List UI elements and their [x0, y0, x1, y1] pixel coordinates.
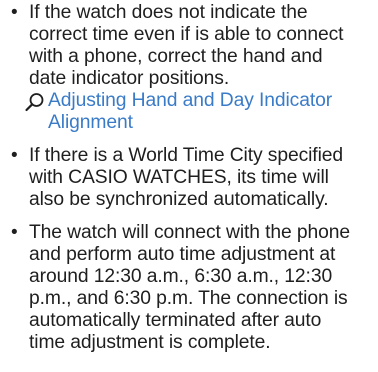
link-line-2[interactable]: Alignment	[48, 112, 378, 134]
item-2-line-3: also be synchronized automatically.	[29, 189, 329, 210]
item-3-line-1: The watch will connect with the phone	[29, 222, 351, 243]
item-1-line-1: If the watch does not indicate the	[29, 2, 308, 23]
bullet: •	[11, 2, 18, 23]
item-3-line-4: p.m., and 6:30 p.m. The connection is	[29, 288, 348, 309]
adjusting-hand-link[interactable]: Adjusting Hand and Day Indicator Alignme…	[24, 90, 378, 134]
instruction-list: • If the watch does not indicate the cor…	[0, 0, 378, 372]
item-3-line-3: around 12:30 a.m., 6:30 a.m., 12:30	[29, 266, 333, 287]
item-1-line-2: correct time even if is able to connect	[29, 24, 344, 45]
bullet: •	[11, 145, 18, 166]
item-1-line-3: with a phone, correct the hand and	[29, 46, 323, 67]
list-item-1: • If the watch does not indicate the cor…	[10, 2, 378, 134]
list-item-3: • The watch will connect with the phone …	[10, 222, 378, 354]
item-2-line-1: If there is a World Time City specified	[29, 145, 343, 166]
item-3-line-6: time adjustment is complete.	[29, 332, 271, 353]
item-1-line-4: date indicator positions.	[29, 68, 230, 89]
bullet: •	[11, 222, 18, 243]
link-line-1[interactable]: Adjusting Hand and Day Indicator	[48, 90, 378, 112]
magnifier-icon	[25, 93, 44, 112]
item-3-line-5: automatically terminated after auto	[29, 310, 322, 331]
item-2-line-2: with CASIO WATCHES, its time will	[29, 167, 329, 188]
list-item-2: • If there is a World Time City specifie…	[10, 145, 378, 211]
item-3-line-2: and perform auto time adjustment at	[29, 244, 336, 265]
